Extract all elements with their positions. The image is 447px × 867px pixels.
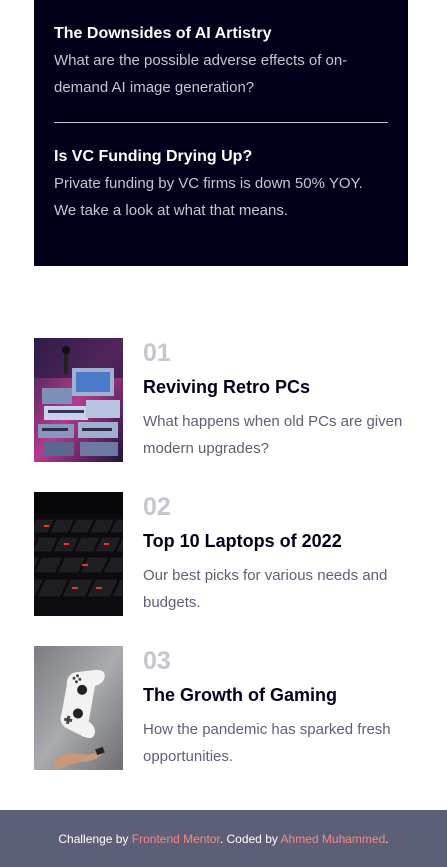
author-link[interactable]: Ahmed Muhammed — [281, 832, 386, 846]
article-title[interactable]: The Growth of Gaming — [143, 684, 408, 706]
new-item-description: What are the possible adverse effects of… — [54, 52, 348, 96]
divider — [54, 122, 388, 123]
new-item-title[interactable]: The Downsides of AI Artistry — [54, 24, 388, 44]
frontend-mentor-link[interactable]: Frontend Mentor — [132, 832, 220, 846]
article-title[interactable]: Reviving Retro PCs — [143, 376, 408, 398]
article-title[interactable]: Top 10 Laptops of 2022 — [143, 530, 408, 552]
new-item-title[interactable]: Is VC Funding Drying Up? — [54, 147, 388, 167]
article-number: 03 — [143, 647, 171, 675]
article-text: 03 The Growth of Gaming How the pandemic… — [143, 646, 408, 770]
new-item[interactable]: The Downsides of AI Artistry What are th… — [54, 24, 388, 101]
article-number: 02 — [143, 493, 171, 521]
attribution-middle: . Coded by — [219, 831, 281, 846]
article-description: Our best picks for various needs and bud… — [143, 567, 388, 611]
new-item-description: Private funding by VC firms is down 50% … — [54, 175, 363, 219]
article-card: 02 Top 10 Laptops of 2022 Our best picks… — [34, 492, 408, 616]
article-text: 01 Reviving Retro PCs What happens when … — [143, 338, 408, 462]
attribution-suffix: . — [385, 831, 389, 846]
article-text: 02 Top 10 Laptops of 2022 Our best picks… — [143, 492, 408, 616]
retro-pc-image — [34, 338, 123, 462]
article-number: 01 — [143, 339, 171, 367]
attribution-footer: Challenge by Frontend Mentor. Coded by A… — [0, 810, 447, 867]
article-description: How the pandemic has sparked fresh oppor… — [143, 721, 391, 765]
attribution-text: Challenge by Frontend Mentor. Coded by A… — [58, 832, 388, 846]
article-card: 01 Reviving Retro PCs What happens when … — [34, 338, 408, 462]
new-item[interactable]: Is VC Funding Drying Up? Private funding… — [54, 147, 388, 224]
article-card: 03 The Growth of Gaming How the pandemic… — [34, 646, 408, 770]
new-articles-box: The Downsides of AI Artistry What are th… — [34, 0, 408, 266]
gamepad-image — [34, 646, 123, 770]
attribution-prefix: Challenge by — [58, 831, 132, 846]
article-description: What happens when old PCs are given mode… — [143, 413, 403, 457]
laptop-keyboard-image — [34, 492, 123, 616]
